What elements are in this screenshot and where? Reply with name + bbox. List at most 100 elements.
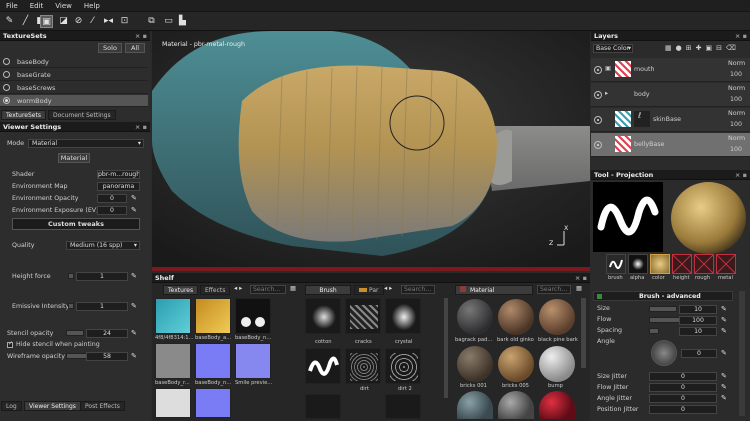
menu-help[interactable]: Help bbox=[78, 0, 106, 12]
material-ball[interactable] bbox=[539, 346, 575, 382]
texture-thumb[interactable] bbox=[235, 343, 271, 379]
quality-select[interactable]: Medium (16 spp) ▾ bbox=[66, 241, 140, 250]
wireframe-opacity-field[interactable]: 58 bbox=[86, 352, 128, 361]
brush-thumb[interactable] bbox=[345, 348, 381, 384]
material-preview-sphere[interactable] bbox=[671, 182, 746, 254]
material-search[interactable]: Search... bbox=[537, 285, 571, 294]
color-chip[interactable] bbox=[650, 254, 670, 274]
tool-scrollbar[interactable] bbox=[739, 291, 745, 416]
texture-thumb[interactable] bbox=[155, 388, 191, 418]
blend-channel-select[interactable]: Base Color ▾ bbox=[593, 44, 633, 53]
layer-blend-mode[interactable]: Norm bbox=[728, 60, 745, 67]
size-jitter-field[interactable]: 0 bbox=[649, 372, 717, 381]
display-icon[interactable]: ▭ bbox=[162, 15, 175, 28]
edit-pen-icon[interactable]: ✎ bbox=[721, 305, 729, 313]
polygon-fill-icon[interactable]: ◪ bbox=[57, 15, 70, 28]
edit-pen-icon[interactable]: ✎ bbox=[721, 327, 729, 335]
edit-pen-icon[interactable]: ✎ bbox=[131, 329, 139, 337]
brush-thumb[interactable] bbox=[385, 394, 421, 419]
emissive-field[interactable]: 1 bbox=[76, 302, 128, 311]
layer-row[interactable]: ▣ mouth Norm 100 bbox=[591, 58, 750, 82]
brush-chip[interactable] bbox=[606, 254, 626, 274]
material-ball[interactable] bbox=[457, 391, 493, 419]
layer-opacity[interactable]: 100 bbox=[730, 71, 742, 78]
menu-file[interactable]: File bbox=[0, 0, 24, 12]
material-ball[interactable] bbox=[498, 346, 534, 382]
symmetry-icon[interactable]: ▸◂ bbox=[102, 15, 115, 28]
emissive-slider[interactable] bbox=[68, 303, 74, 309]
edit-pen-icon[interactable]: ✎ bbox=[131, 272, 139, 280]
angle-field[interactable]: 0 bbox=[681, 349, 717, 358]
projection-tool-icon[interactable]: ▣ bbox=[40, 15, 53, 28]
layer-blend-mode[interactable]: Norm bbox=[728, 135, 745, 142]
edit-pen-icon[interactable]: ✎ bbox=[721, 316, 729, 324]
layer-row[interactable]: ▸ body Norm 100 bbox=[591, 83, 750, 107]
texture-thumb[interactable] bbox=[195, 343, 231, 379]
material-ball[interactable] bbox=[498, 299, 534, 335]
brush-thumb[interactable] bbox=[385, 298, 421, 334]
angle-jitter-field[interactable]: 0 bbox=[649, 394, 717, 403]
radio-icon[interactable] bbox=[3, 71, 10, 78]
tab-particles[interactable]: Par bbox=[354, 285, 384, 295]
layer-row-selected[interactable]: bellyBase Norm 100 bbox=[591, 133, 750, 157]
tab-material[interactable]: Material bbox=[455, 285, 533, 295]
tab-brush[interactable]: Brush bbox=[305, 285, 351, 295]
brush-thumb[interactable] bbox=[305, 394, 341, 419]
material-ball[interactable] bbox=[457, 299, 493, 335]
3d-viewport[interactable]: Material - pbr-metal-rough X Z bbox=[152, 31, 590, 271]
nav-arrows-icon[interactable]: ◂ ▸ bbox=[234, 285, 242, 292]
symmetry-axis-icon[interactable]: ⊡ bbox=[118, 15, 131, 28]
brush-thumb[interactable] bbox=[385, 348, 421, 384]
edit-pen-icon[interactable]: ✎ bbox=[721, 372, 729, 380]
material-section-button[interactable]: Material bbox=[58, 153, 90, 163]
mode-icon[interactable]: ▙ bbox=[176, 15, 189, 28]
shader-field[interactable]: pbr-m...rough bbox=[97, 170, 140, 179]
brush-thumb[interactable] bbox=[305, 348, 341, 384]
size-slider[interactable] bbox=[649, 306, 677, 312]
tab-viewer-settings[interactable]: Viewer Settings bbox=[24, 401, 81, 411]
visibility-eye-icon[interactable] bbox=[594, 116, 602, 124]
material-ball[interactable] bbox=[498, 391, 534, 419]
spacing-field[interactable]: 10 bbox=[679, 327, 717, 336]
layer-name[interactable]: body bbox=[634, 91, 650, 98]
layer-row[interactable]: ℓ skinBase Norm 100 bbox=[591, 108, 750, 132]
smudge-icon[interactable]: ⊘ bbox=[72, 15, 85, 28]
textureset-item[interactable]: baseScrews bbox=[0, 82, 148, 94]
menu-edit[interactable]: Edit bbox=[24, 0, 50, 12]
position-jitter-field[interactable]: 0 bbox=[649, 405, 717, 414]
radio-icon[interactable] bbox=[3, 97, 10, 104]
brush-thumb[interactable] bbox=[345, 298, 381, 334]
texture-thumb[interactable] bbox=[235, 298, 271, 334]
texture-thumb[interactable] bbox=[155, 298, 191, 334]
edit-pen-icon[interactable]: ✎ bbox=[131, 302, 139, 310]
layer-name[interactable]: skinBase bbox=[653, 116, 681, 123]
tab-texturesets[interactable]: TextureSets bbox=[1, 110, 46, 120]
flow-field[interactable]: 100 bbox=[679, 316, 717, 325]
material-scrollbar[interactable] bbox=[581, 298, 586, 368]
metal-chip[interactable] bbox=[716, 254, 736, 274]
tab-post-effects[interactable]: Post Effects bbox=[80, 401, 125, 411]
visibility-eye-icon[interactable] bbox=[594, 141, 602, 149]
material-ball[interactable] bbox=[539, 299, 575, 335]
layer-opacity[interactable]: 100 bbox=[730, 121, 742, 128]
mode-select[interactable]: Material ▾ bbox=[28, 139, 144, 148]
layer-blend-mode[interactable]: Norm bbox=[728, 85, 745, 92]
edit-pen-icon[interactable]: ✎ bbox=[721, 383, 729, 391]
tab-textures[interactable]: Textures bbox=[163, 285, 199, 295]
grid-view-icon[interactable]: ▦ bbox=[290, 285, 296, 292]
brush-preview[interactable] bbox=[593, 182, 663, 252]
camera-icon[interactable]: ⧉ bbox=[145, 15, 158, 28]
visibility-eye-icon[interactable] bbox=[594, 66, 602, 74]
texture-thumb[interactable] bbox=[195, 298, 231, 334]
env-exposure-field[interactable]: 0 bbox=[97, 206, 127, 215]
alpha-chip[interactable] bbox=[628, 254, 648, 274]
material-ball[interactable] bbox=[539, 391, 575, 419]
textureset-item[interactable]: baseGrate bbox=[0, 69, 148, 81]
spacing-slider[interactable] bbox=[649, 328, 659, 334]
height-force-field[interactable]: 1 bbox=[76, 272, 128, 281]
custom-tweaks-button[interactable]: Custom tweaks bbox=[12, 218, 140, 230]
envmap-field[interactable]: panorama bbox=[97, 182, 140, 191]
stencil-slider[interactable] bbox=[66, 330, 84, 336]
layer-name[interactable]: bellyBase bbox=[634, 141, 664, 148]
layer-opacity[interactable]: 100 bbox=[730, 96, 742, 103]
